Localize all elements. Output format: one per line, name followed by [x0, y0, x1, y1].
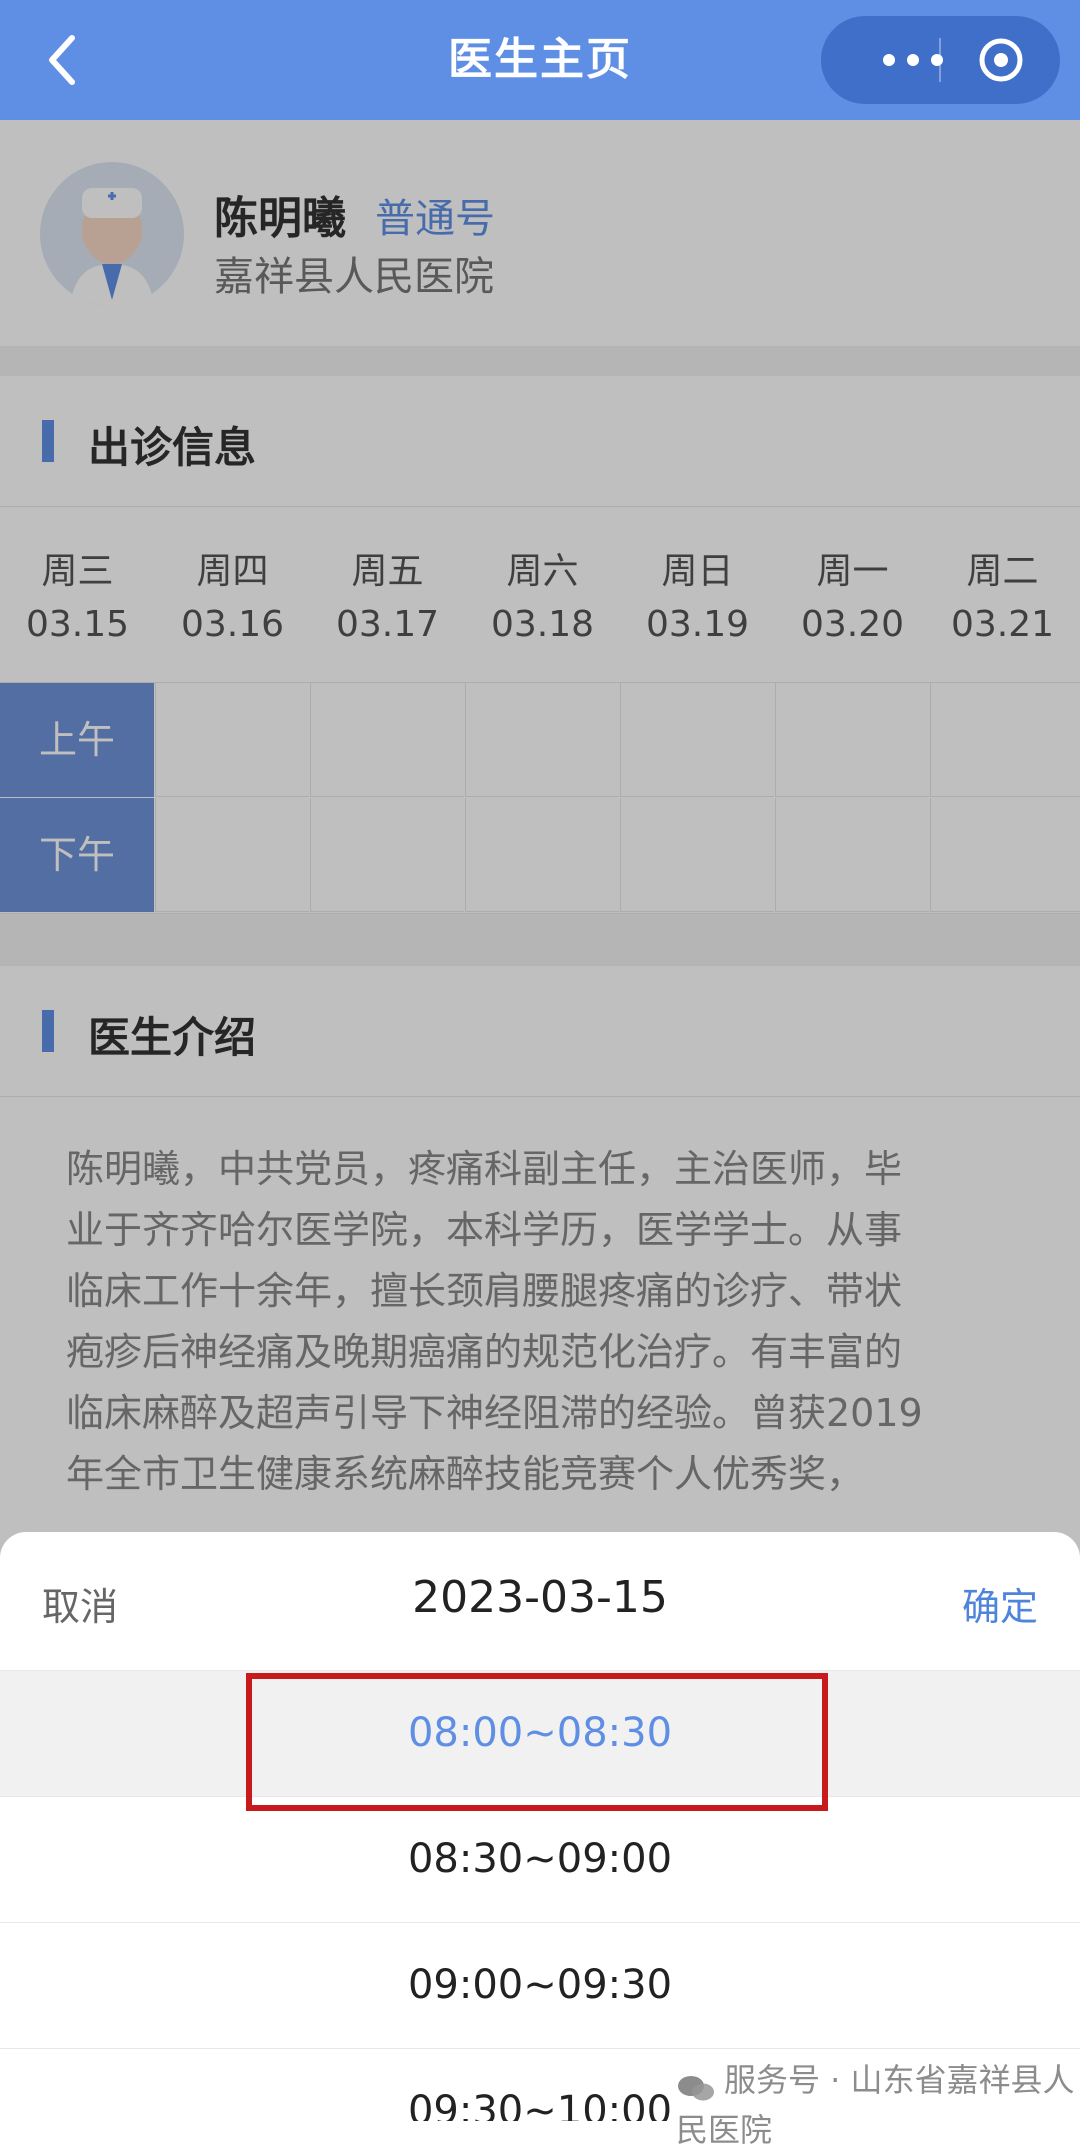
more-icon[interactable]: [853, 16, 973, 104]
time-option[interactable]: 09:00~09:30: [0, 1923, 1080, 2049]
selection-highlight-box: [246, 1673, 828, 1811]
time-picker-sheet: 取消 2023-03-15 确定 08:00~08:30 08:30~09:00…: [0, 1532, 1080, 2121]
close-target-icon[interactable]: [978, 37, 1024, 83]
capsule-divider: [939, 38, 941, 82]
picker-date: 2023-03-15: [412, 1572, 668, 1623]
picker-header: 取消 2023-03-15 确定: [0, 1532, 1080, 1671]
watermark: 服务号 · 山东省嘉祥县人民医院: [676, 2055, 1080, 2149]
confirm-button[interactable]: 确定: [962, 1576, 1038, 1631]
mini-program-capsule: [821, 16, 1060, 104]
nav-bar: 医生主页: [0, 0, 1080, 120]
wechat-icon: [676, 2067, 716, 2101]
time-option[interactable]: 08:30~09:00: [0, 1797, 1080, 1923]
